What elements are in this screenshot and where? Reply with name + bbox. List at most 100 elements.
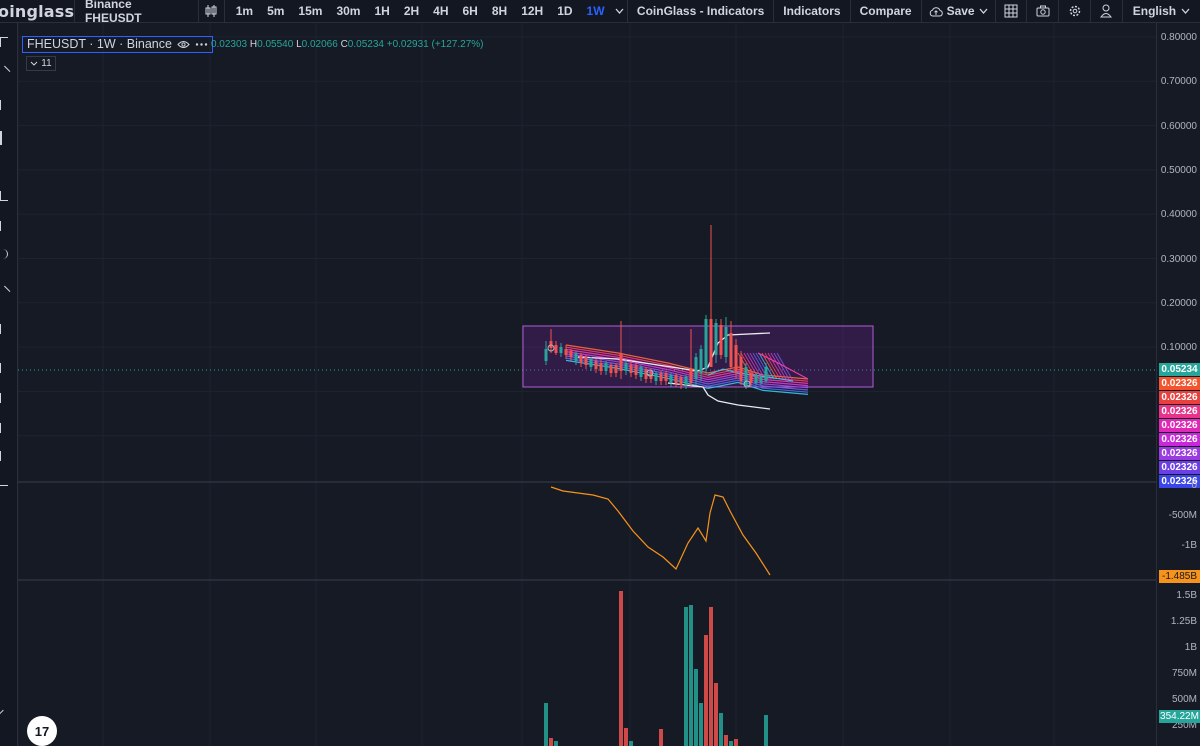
volume-tick: 1B — [1184, 642, 1197, 653]
candle-body — [609, 365, 613, 373]
compare-button[interactable]: Compare — [851, 4, 921, 18]
volume-bar — [694, 669, 698, 746]
timeframe-6h[interactable]: 6H — [456, 4, 485, 18]
screenshot-button[interactable] — [1027, 0, 1058, 23]
candle-body — [764, 367, 768, 381]
timeframe-12h[interactable]: 12H — [514, 4, 550, 18]
language-select[interactable]: English — [1123, 4, 1200, 18]
volume-bar — [704, 635, 708, 746]
candle-body — [659, 373, 663, 381]
candle-body — [629, 365, 633, 373]
volume-tick: 750M — [1171, 668, 1197, 679]
lock-tool-icon[interactable] — [0, 451, 8, 461]
fib-tool-icon[interactable] — [0, 191, 8, 201]
volume-bar — [629, 741, 633, 746]
timeframe-1m[interactable]: 1m — [229, 4, 260, 18]
brand-logo[interactable]: oinglass — [0, 2, 74, 21]
level-tag: 0.02326 — [1159, 433, 1200, 446]
candle-body — [684, 377, 688, 385]
symbol-legend[interactable]: FHEUSDT · 1W · Binance — [22, 35, 213, 53]
close-value: 0.05234 — [347, 38, 384, 50]
save-button[interactable]: Save — [922, 4, 995, 18]
candle-body — [714, 323, 718, 355]
chart-type-button[interactable] — [199, 0, 224, 23]
eye-icon[interactable] — [177, 40, 190, 49]
current-price-tag: 0.05234 — [1159, 363, 1200, 376]
chart-canvas[interactable] — [18, 23, 1156, 746]
indicators-button[interactable]: Indicators — [774, 4, 849, 18]
candle-body — [734, 345, 738, 373]
volume-current-tag: 354.22M — [1159, 710, 1200, 723]
cvd-tick: 0 — [1191, 480, 1197, 491]
price-axis[interactable]: 0.80000 0.70000 0.60000 0.50000 0.40000 0.300… — [1156, 23, 1200, 746]
volume-bar — [684, 607, 688, 746]
ruler-tool-icon[interactable] — [0, 363, 8, 373]
timeframe-dropdown[interactable] — [612, 0, 627, 23]
coinglass-indicators-button[interactable]: CoinGlass - Indicators — [628, 4, 773, 18]
forecast-tool-icon[interactable] — [0, 324, 8, 334]
candle-body — [674, 375, 678, 383]
cloud-upload-icon — [929, 6, 943, 16]
candle-body — [694, 357, 698, 379]
candle-body — [564, 349, 568, 355]
timeframe-15m[interactable]: 15m — [291, 4, 329, 18]
timeframe-1d[interactable]: 1D — [550, 4, 579, 18]
tradingview-logo[interactable]: 17 — [27, 716, 57, 746]
candle-body — [639, 367, 643, 377]
candle-body — [599, 363, 603, 371]
volume-bar — [709, 607, 713, 746]
candle-body — [554, 345, 558, 353]
close-key: C — [340, 38, 348, 50]
timeframe-4h[interactable]: 4H — [426, 4, 455, 18]
volume-bar — [544, 703, 548, 746]
volume-tick: 1.5B — [1176, 590, 1197, 601]
brush-tool-icon[interactable] — [0, 249, 8, 259]
collapse-toolbar-icon[interactable] — [0, 709, 8, 719]
account-button[interactable] — [1091, 0, 1122, 23]
volume-bar — [554, 741, 558, 746]
camera-icon — [1036, 5, 1050, 17]
timeframe-30m[interactable]: 30m — [329, 4, 367, 18]
zoom-tool-icon[interactable] — [0, 393, 8, 403]
candle-body — [679, 377, 683, 385]
candle-body — [634, 365, 638, 375]
measure-tool-icon[interactable] — [0, 131, 8, 145]
price-tick: 0.40000 — [1160, 209, 1197, 221]
trend-line-tool-icon[interactable] — [0, 100, 8, 110]
pattern-tool-icon[interactable] — [0, 221, 8, 231]
candle-body — [664, 373, 668, 381]
candle-body — [719, 325, 723, 355]
timeframe-5m[interactable]: 5m — [260, 4, 291, 18]
chevron-icon[interactable] — [0, 65, 11, 79]
save-label: Save — [946, 4, 975, 18]
volume-bar — [549, 738, 553, 746]
price-tick: 0.10000 — [1160, 342, 1197, 354]
cvd-current-tag: -1.485B — [1159, 570, 1200, 583]
indicators-toggle[interactable]: 11 — [26, 56, 56, 71]
user-icon — [1100, 4, 1113, 18]
candles-icon — [205, 5, 217, 17]
crosshair-tool-icon[interactable] — [0, 37, 8, 47]
chevron-down-icon — [30, 61, 38, 66]
timeframe-1w[interactable]: 1W — [580, 4, 612, 18]
layout-grid-button[interactable] — [996, 0, 1027, 23]
timeframe-8h[interactable]: 8H — [485, 4, 514, 18]
candle-body — [579, 355, 583, 363]
candle-body — [669, 375, 673, 383]
gear-icon — [1069, 5, 1080, 17]
cvd-line — [550, 486, 771, 576]
more-icon[interactable] — [195, 42, 208, 47]
chevron-down-icon — [615, 8, 624, 14]
price-tick: 0.20000 — [1160, 297, 1197, 309]
grid-icon — [1004, 4, 1018, 18]
timeframe-1h[interactable]: 1H — [367, 4, 396, 18]
symbol-search-button[interactable]: Binance FHEUSDT — [75, 0, 198, 25]
settings-button[interactable] — [1059, 0, 1090, 23]
candle-body — [704, 319, 708, 369]
level-tag: 0.02326 — [1159, 447, 1200, 460]
text-tool-icon[interactable] — [0, 285, 11, 299]
timeframe-2h[interactable]: 2H — [397, 4, 426, 18]
magnet-tool-icon[interactable] — [0, 423, 8, 433]
candle-body — [689, 369, 693, 383]
volume-bar — [719, 713, 723, 746]
